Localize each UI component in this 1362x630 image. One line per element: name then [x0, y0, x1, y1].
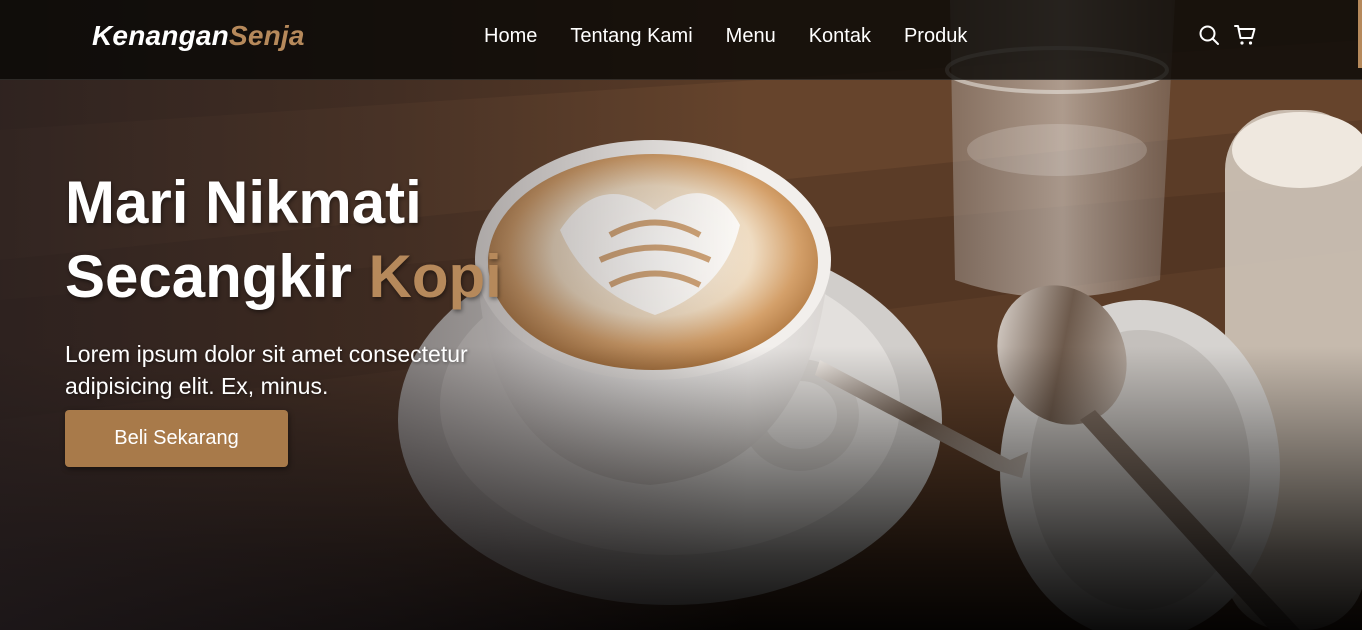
hero-description: Lorem ipsum dolor sit amet consectetur a…: [65, 341, 468, 399]
nav-link-produk[interactable]: Produk: [904, 25, 967, 48]
hero-title-accent: Kopi: [368, 243, 502, 310]
nav-link-tentang-kami[interactable]: Tentang Kami: [570, 25, 692, 48]
hero-title: Mari Nikmati Secangkir Kopi: [65, 166, 625, 314]
buy-now-button[interactable]: Beli Sekarang: [65, 410, 288, 467]
nav-icons: [1198, 24, 1256, 46]
edge-accent-tab: [1358, 0, 1362, 68]
nav-links: Home Tentang Kami Menu Kontak Produk: [484, 25, 967, 48]
nav-link-kontak[interactable]: Kontak: [809, 25, 871, 48]
nav-link-home[interactable]: Home: [484, 25, 537, 48]
hero-title-line2: Secangkir: [65, 243, 352, 310]
search-icon[interactable]: [1198, 24, 1220, 46]
brand-logo[interactable]: KenanganSenja: [92, 20, 305, 52]
brand-logo-part1: Kenangan: [92, 20, 229, 51]
navbar: KenanganSenja Home Tentang Kami Menu Kon…: [0, 0, 1362, 80]
hero-title-line1: Mari Nikmati: [65, 169, 422, 236]
nav-link-menu[interactable]: Menu: [726, 25, 776, 48]
brand-logo-part2: Senja: [228, 20, 305, 51]
shopping-cart-icon[interactable]: [1234, 24, 1256, 46]
hero-content: Mari Nikmati Secangkir Kopi Lorem ipsum …: [65, 166, 625, 467]
